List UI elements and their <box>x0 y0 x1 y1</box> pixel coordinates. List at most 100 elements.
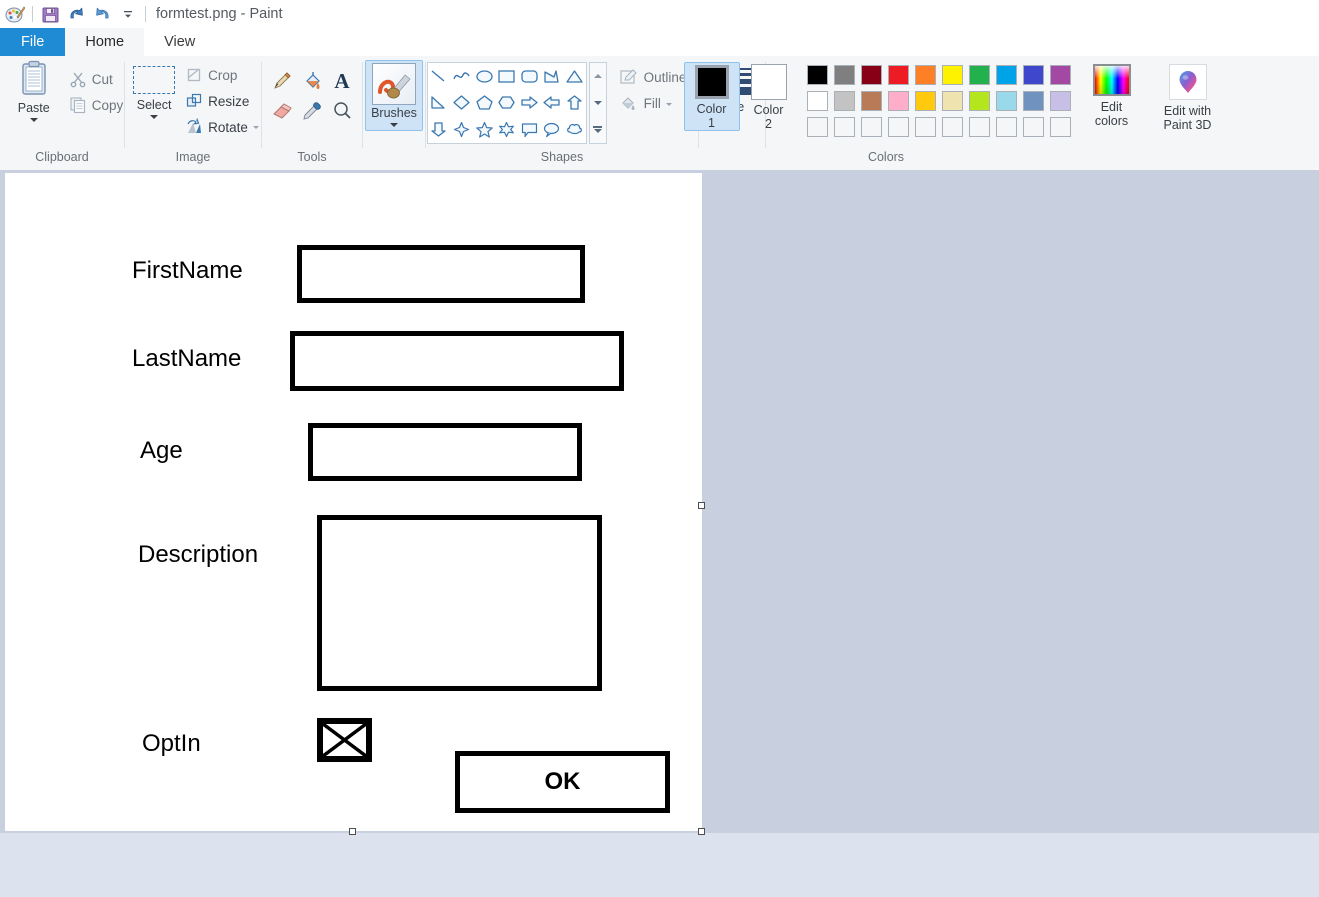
shape-cloud-callout[interactable] <box>563 116 586 143</box>
palette-cell-r1-c2[interactable] <box>831 62 858 88</box>
tool-color-picker[interactable] <box>297 96 327 126</box>
color1-button[interactable]: Color 1 <box>683 62 740 131</box>
shape-oval-callout[interactable] <box>540 116 563 143</box>
palette-cell-r3-c8[interactable] <box>993 114 1020 140</box>
palette-cell-r1-c1[interactable] <box>804 62 831 88</box>
palette-cell-r2-c9[interactable] <box>1020 88 1047 114</box>
palette-cell-r2-c1[interactable] <box>804 88 831 114</box>
drawing-canvas[interactable]: FirstName LastName Age Description OptIn… <box>5 173 705 835</box>
shape-triangle[interactable] <box>563 63 586 90</box>
tool-magnifier[interactable] <box>327 96 357 126</box>
palette-cell-r1-c8[interactable] <box>993 62 1020 88</box>
shape-down-arrow[interactable] <box>428 116 451 143</box>
tool-text[interactable]: A <box>327 66 357 96</box>
shape-diamond[interactable] <box>450 90 473 117</box>
canvas-box-firstname <box>297 245 585 303</box>
shape-line[interactable] <box>428 63 451 90</box>
palette-cell-r2-c3[interactable] <box>858 88 885 114</box>
undo-icon[interactable] <box>63 2 89 26</box>
fill-dropdown-caret[interactable] <box>665 103 672 106</box>
crop-button[interactable]: Crop <box>185 62 259 88</box>
canvas-resize-handle-right[interactable] <box>698 502 705 509</box>
palette-cell-r1-c4[interactable] <box>885 62 912 88</box>
palette-cell-r1-c9[interactable] <box>1020 62 1047 88</box>
shape-four-point-star[interactable] <box>450 116 473 143</box>
palette-cell-r3-c4[interactable] <box>885 114 912 140</box>
paste-button[interactable]: Paste <box>5 60 63 122</box>
palette-swatch <box>860 91 882 111</box>
palette-cell-r1-c6[interactable] <box>939 62 966 88</box>
palette-cell-r2-c2[interactable] <box>831 88 858 114</box>
palette-cell-r3-c9[interactable] <box>1020 114 1047 140</box>
palette-cell-r3-c2[interactable] <box>831 114 858 140</box>
palette-cell-r1-c10[interactable] <box>1047 62 1074 88</box>
palette-cell-r3-c1[interactable] <box>804 114 831 140</box>
shape-left-arrow[interactable] <box>540 90 563 117</box>
shapes-scroll-down-button[interactable] <box>590 90 606 117</box>
tab-view[interactable]: View <box>144 28 216 56</box>
tab-home[interactable]: Home <box>65 28 145 56</box>
ribbon-group-colors: Color 1 Color 2 Edit colors Edit with Pa… <box>683 56 1211 169</box>
palette-cell-r3-c6[interactable] <box>939 114 966 140</box>
palette-cell-r3-c5[interactable] <box>912 114 939 140</box>
palette-cell-r1-c3[interactable] <box>858 62 885 88</box>
shapes-scrollbar[interactable] <box>588 62 607 144</box>
customize-quick-access-icon[interactable] <box>115 2 141 26</box>
palette-cell-r2-c6[interactable] <box>939 88 966 114</box>
shape-six-point-star[interactable] <box>495 116 518 143</box>
brushes-dropdown-caret[interactable] <box>390 123 398 127</box>
cut-button[interactable]: Cut <box>69 66 124 92</box>
shape-rounded-rectangular-callout[interactable] <box>518 116 541 143</box>
shapes-more-button[interactable] <box>590 116 606 143</box>
color-palette[interactable] <box>804 62 1074 140</box>
save-icon[interactable] <box>37 2 63 26</box>
shape-curve[interactable] <box>450 63 473 90</box>
redo-icon[interactable] <box>89 2 115 26</box>
paste-dropdown-caret[interactable] <box>29 118 38 122</box>
palette-cell-r2-c7[interactable] <box>966 88 993 114</box>
canvas-box-age <box>308 423 582 481</box>
edit-colors-button[interactable]: Edit colors <box>1084 64 1140 128</box>
paint3d-label-2: Paint 3D <box>1163 118 1212 132</box>
shape-pentagon[interactable] <box>473 90 496 117</box>
palette-cell-r3-c7[interactable] <box>966 114 993 140</box>
palette-swatch <box>914 65 936 85</box>
palette-cell-r2-c5[interactable] <box>912 88 939 114</box>
shape-five-point-star[interactable] <box>473 116 496 143</box>
brushes-button[interactable]: Brushes <box>365 60 423 131</box>
palette-cell-r3-c10[interactable] <box>1047 114 1074 140</box>
resize-button[interactable]: Resize <box>185 88 259 114</box>
shape-oval[interactable] <box>473 63 496 90</box>
shape-rectangle[interactable] <box>495 63 518 90</box>
select-button[interactable]: Select <box>127 62 181 119</box>
palette-cell-r1-c7[interactable] <box>966 62 993 88</box>
tool-pencil[interactable] <box>267 66 297 96</box>
select-dropdown-caret[interactable] <box>150 115 159 119</box>
fill-label: Fill <box>643 95 661 111</box>
canvas-resize-handle-corner[interactable] <box>698 828 705 835</box>
paint-logo-icon[interactable] <box>2 2 28 26</box>
shapes-scroll-up-button[interactable] <box>590 63 606 90</box>
palette-cell-r2-c10[interactable] <box>1047 88 1074 114</box>
shape-right-arrow[interactable] <box>518 90 541 117</box>
rotate-button[interactable]: Rotate <box>185 114 259 140</box>
shape-rounded-rectangle[interactable] <box>518 63 541 90</box>
tool-fill[interactable] <box>297 66 327 96</box>
shape-polygon[interactable] <box>540 63 563 90</box>
color2-button[interactable]: Color 2 <box>742 62 796 131</box>
edit-with-paint3d-button[interactable]: Edit with Paint 3D <box>1152 64 1224 132</box>
copy-button[interactable]: Copy <box>69 92 123 118</box>
palette-cell-r2-c4[interactable] <box>885 88 912 114</box>
palette-cell-r1-c5[interactable] <box>912 62 939 88</box>
palette-cell-r2-c8[interactable] <box>993 88 1020 114</box>
canvas-resize-handle-bottom[interactable] <box>349 828 356 835</box>
palette-cell-r3-c3[interactable] <box>858 114 885 140</box>
shape-right-triangle[interactable] <box>428 90 451 117</box>
shapes-gallery[interactable] <box>426 62 587 144</box>
tab-file[interactable]: File <box>0 28 66 56</box>
shape-hexagon[interactable] <box>495 90 518 117</box>
tool-eraser[interactable] <box>267 96 297 126</box>
text-icon: A <box>334 68 350 93</box>
rotate-dropdown-caret[interactable] <box>252 126 259 129</box>
shape-up-arrow[interactable] <box>563 90 586 117</box>
